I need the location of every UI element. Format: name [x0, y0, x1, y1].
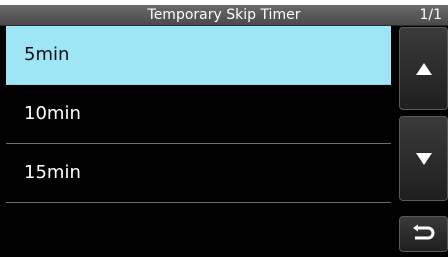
- list-item-5min[interactable]: 5min: [6, 26, 391, 85]
- scroll-down-button[interactable]: [399, 116, 448, 201]
- list-item-label: 5min: [24, 44, 70, 65]
- title-bar: Temporary Skip Timer 1/1: [0, 5, 448, 26]
- list-item-label: 10min: [24, 103, 81, 124]
- scroll-up-button[interactable]: [399, 27, 448, 110]
- list-item-label: 15min: [24, 162, 81, 183]
- triangle-up-icon: [415, 62, 432, 75]
- list-item-10min[interactable]: 10min: [6, 85, 391, 144]
- back-button[interactable]: [399, 216, 448, 252]
- list-item-empty: [6, 203, 391, 252]
- return-arrow-icon: [412, 224, 434, 240]
- triangle-down-icon: [415, 152, 432, 165]
- page-indicator: 1/1: [419, 7, 442, 23]
- option-list: 5min 10min 15min: [6, 26, 391, 252]
- page-title: Temporary Skip Timer: [147, 7, 301, 23]
- list-item-15min[interactable]: 15min: [6, 144, 391, 203]
